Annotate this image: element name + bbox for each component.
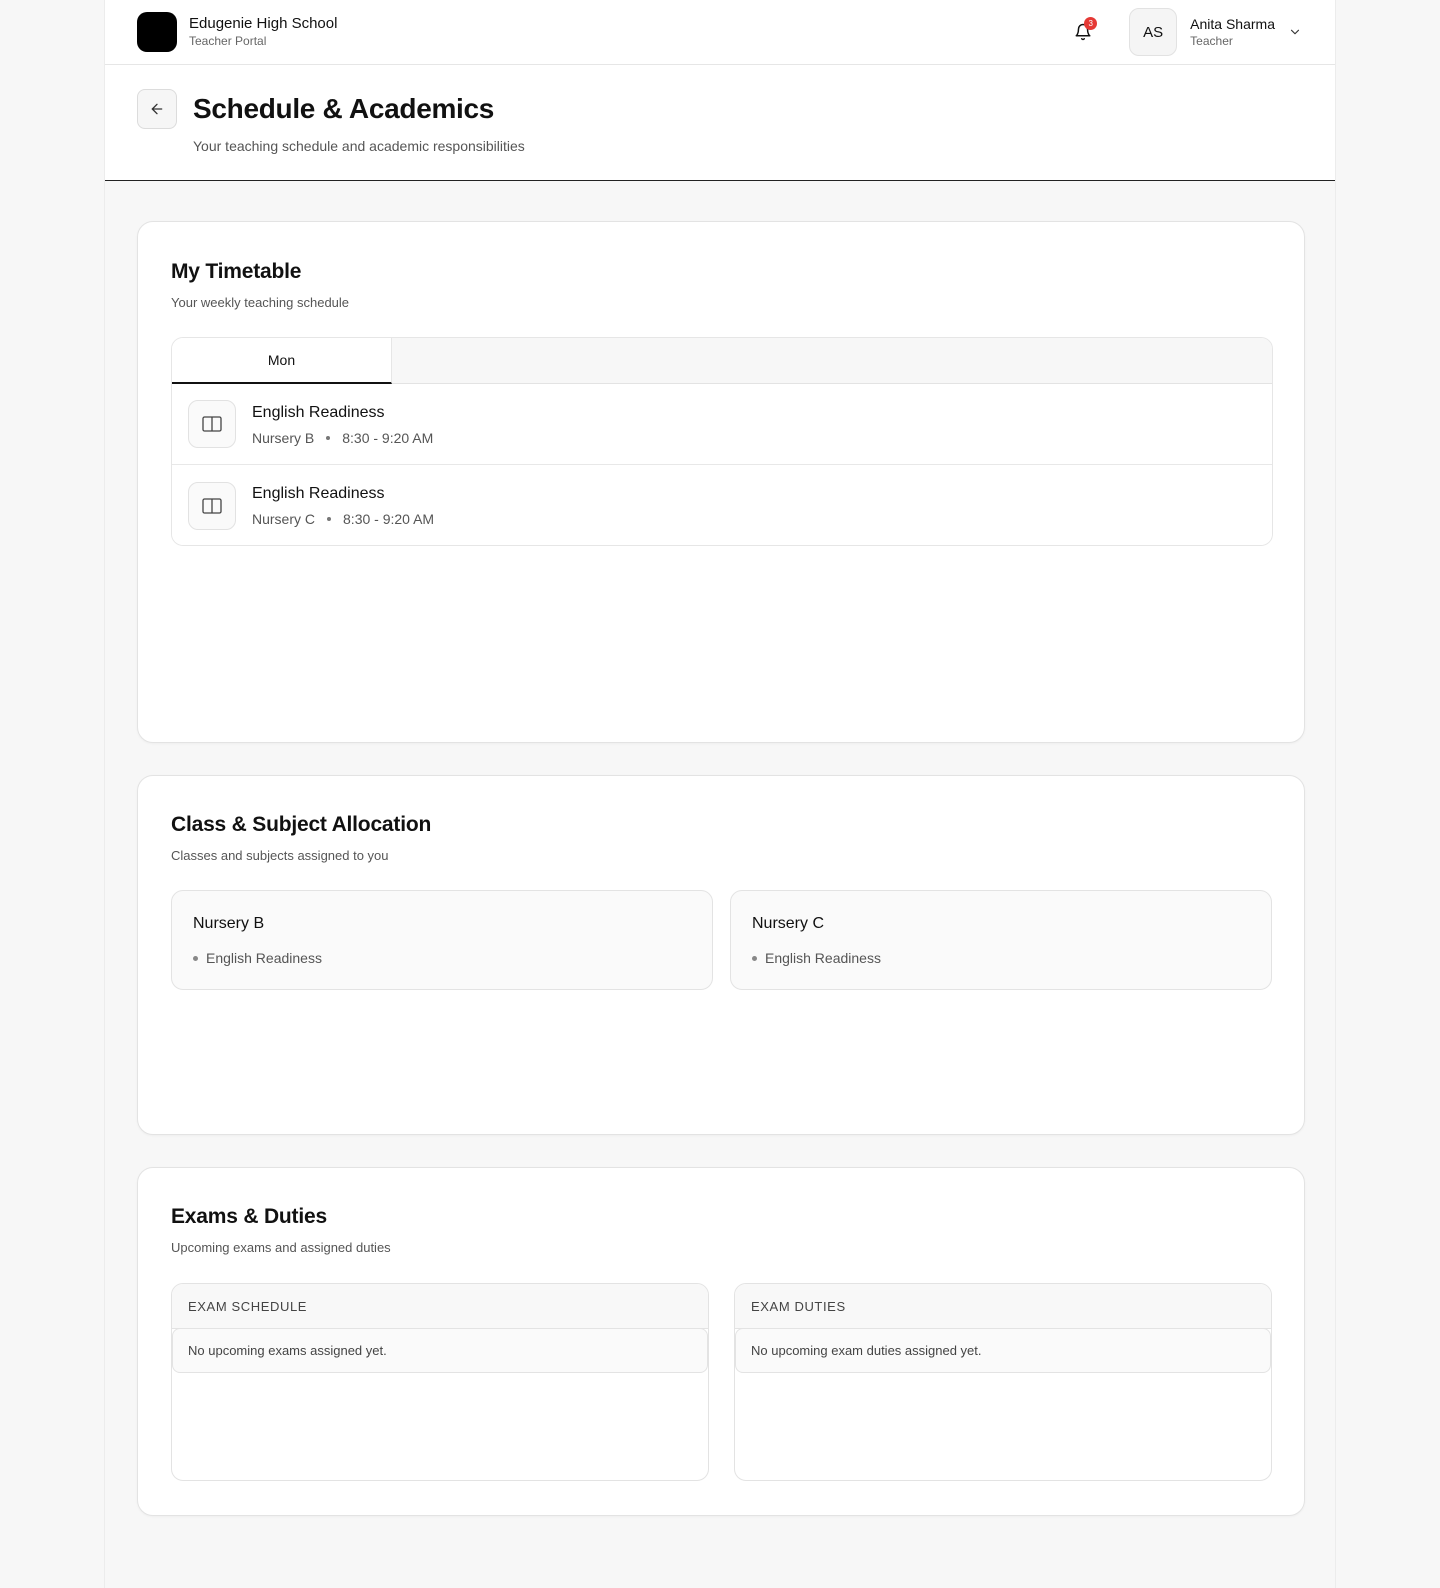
user-info[interactable]: Anita Sharma Teacher: [1190, 15, 1275, 49]
portal-name: Teacher Portal: [189, 34, 267, 48]
exams-title: Exams & Duties: [171, 1205, 327, 1228]
school-logo[interactable]: [137, 12, 177, 52]
book-icon: [202, 416, 222, 432]
user-role: Teacher: [1190, 34, 1233, 48]
exam-duties-empty: No upcoming exam duties assigned yet.: [735, 1328, 1271, 1373]
timetable-panel: Mon English Readiness Nursery B 8:30 - 9…: [171, 337, 1273, 546]
slot-meta: Nursery C 8:30 - 9:20 AM: [252, 511, 434, 527]
notifications-button[interactable]: 3: [1071, 17, 1098, 44]
slot-class: Nursery C: [252, 511, 316, 527]
allocation-card: Class & Subject Allocation Classes and s…: [137, 775, 1305, 1135]
top-bar: Edugenie High School Teacher Portal 3 AS…: [105, 0, 1335, 65]
chevron-down-icon: [1290, 29, 1300, 35]
allocation-subject: English Readiness: [752, 950, 881, 966]
slot-class: Nursery B: [252, 429, 315, 446]
exams-card: Exams & Duties Upcoming exams and assign…: [137, 1167, 1305, 1516]
avatar[interactable]: AS: [1129, 8, 1178, 56]
allocation-subtitle: Classes and subjects assigned to you: [171, 848, 389, 863]
slot-subject: English Readiness: [252, 403, 385, 421]
exam-schedule-panel: EXAM SCHEDULE No upcoming exams assigned…: [171, 1283, 709, 1481]
class-allocation-item[interactable]: Nursery B English Readiness: [171, 890, 713, 990]
allocation-title: Class & Subject Allocation: [171, 813, 432, 836]
timetable-subtitle: Your weekly teaching schedule: [171, 295, 350, 310]
book-icon: [202, 497, 222, 514]
allocation-class: Nursery B: [193, 915, 265, 932]
back-button[interactable]: [137, 89, 177, 129]
exam-schedule-empty: No upcoming exams assigned yet.: [172, 1328, 708, 1373]
notification-badge: 3: [1084, 17, 1098, 30]
app-shell: Edugenie High School Teacher Portal 3 AS…: [104, 0, 1336, 1588]
slot-icon-box: [188, 400, 236, 448]
page-title: Schedule & Academics: [193, 93, 495, 124]
arrow-left-icon: [151, 103, 163, 115]
page-header: Schedule & Academics Your teaching sched…: [105, 65, 1335, 181]
timetable-card: My Timetable Your weekly teaching schedu…: [137, 221, 1305, 743]
page-subtitle: Your teaching schedule and academic resp…: [193, 138, 525, 154]
user-menu-toggle[interactable]: [1287, 24, 1303, 40]
tab-mon[interactable]: Mon: [172, 338, 392, 384]
slot-meta: Nursery B 8:30 - 9:20 AM: [252, 430, 433, 446]
allocation-class: Nursery C: [752, 915, 825, 932]
slot-time: 8:30 - 9:20 AM: [343, 511, 435, 527]
list-item[interactable]: English Readiness Nursery B 8:30 - 9:20 …: [172, 384, 1272, 465]
day-tabs: Mon: [172, 338, 1272, 384]
brand: Edugenie High School Teacher Portal: [189, 15, 337, 49]
allocation-subject: English Readiness: [193, 950, 322, 966]
school-name: Edugenie High School: [189, 15, 338, 32]
separator-dot: [327, 517, 332, 521]
slot-icon-box: [188, 481, 236, 530]
timetable-title: My Timetable: [171, 260, 302, 283]
slot-subject: English Readiness: [252, 485, 385, 502]
separator-dot: [326, 435, 331, 440]
exam-duties-panel: EXAM DUTIES No upcoming exam duties assi…: [734, 1283, 1272, 1481]
slot-time: 8:30 - 9:20 AM: [342, 429, 434, 446]
bullet-dot: [752, 955, 757, 961]
class-allocation-item[interactable]: Nursery C English Readiness: [730, 890, 1272, 990]
bullet-dot: [193, 955, 198, 961]
exam-duties-heading: EXAM DUTIES: [735, 1284, 1271, 1329]
user-name: Anita Sharma: [1190, 16, 1275, 32]
exams-subtitle: Upcoming exams and assigned duties: [171, 1240, 391, 1255]
list-item[interactable]: English Readiness Nursery C 8:30 - 9:20 …: [172, 465, 1272, 545]
exam-schedule-heading: EXAM SCHEDULE: [172, 1284, 708, 1329]
